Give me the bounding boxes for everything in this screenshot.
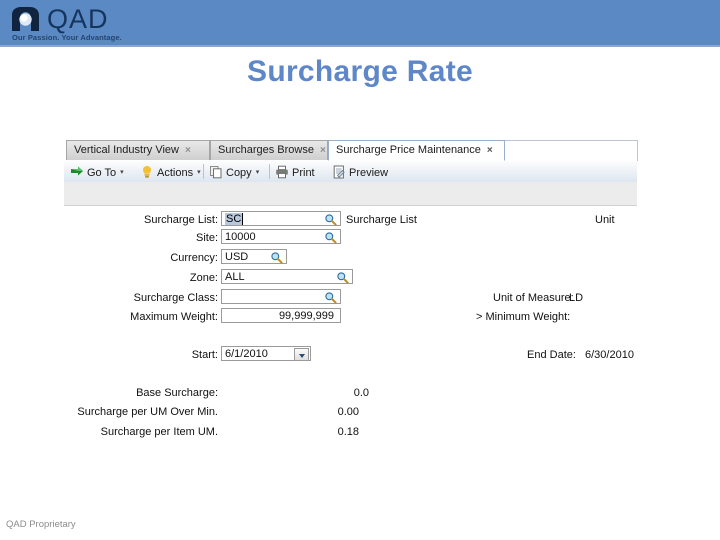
toolbar-label: Preview — [349, 167, 389, 179]
maximum-weight-label: Maximum Weight: — [130, 311, 218, 323]
start-date-value: 6/1/2010 — [225, 348, 268, 360]
unit-of-measure-value: LD — [569, 292, 584, 304]
toolbar-separator — [269, 164, 270, 179]
toolbar-label: Copy — [226, 167, 252, 179]
tab-strip: Vertical Industry View × Surcharges Brows… — [64, 139, 638, 162]
chevron-down-icon[interactable]: ▾ — [120, 169, 124, 176]
surcharge-class-input[interactable] — [221, 289, 341, 304]
slide-canvas: QAD Our Passion. Your Advantage. Surchar… — [0, 0, 720, 540]
zone-value: ALL — [225, 271, 245, 283]
qad-logo: QAD Our Passion. Your Advantage. — [11, 4, 201, 42]
maximum-weight-input[interactable]: 99,999,999 — [221, 308, 341, 323]
qad-logo-wordmark: QAD — [47, 4, 109, 34]
footer-text: QAD Proprietary — [6, 519, 76, 530]
copy-icon — [210, 166, 222, 179]
tab-vertical-industry-view[interactable]: Vertical Industry View × — [66, 140, 210, 160]
toolbar-underbar — [64, 182, 637, 206]
start-label: Start: — [191, 349, 218, 361]
preview-icon — [333, 165, 345, 179]
qad-logo-tagline: Our Passion. Your Advantage. — [12, 33, 122, 42]
toolbar-label: Print — [292, 167, 315, 179]
toolbar-label: Go To — [87, 167, 117, 179]
tab-surcharges-browse[interactable]: Surcharges Browse × — [210, 140, 328, 160]
surcharge-class-label: Surcharge Class: — [133, 292, 218, 304]
maximum-weight-value: 99,999,999 — [278, 310, 334, 322]
zone-input[interactable]: ALL — [221, 269, 353, 284]
base-surcharge-value: 0.0 — [353, 387, 369, 399]
tab-close-icon[interactable]: × — [185, 145, 191, 156]
goto-arrow-icon — [71, 166, 83, 176]
surcharge-list-input[interactable]: SC — [221, 211, 341, 226]
site-input[interactable]: 10000 — [221, 229, 341, 244]
surcharge-per-item-um-label: Surcharge per Item UM. — [100, 426, 218, 438]
site-label: Site: — [195, 232, 218, 244]
tab-label: Vertical Industry View — [74, 144, 179, 156]
lookup-magnifier-icon[interactable] — [324, 213, 337, 226]
start-date-input[interactable]: 6/1/2010 — [221, 346, 311, 361]
printer-icon — [276, 165, 288, 179]
surcharge-price-maintenance-form: Surcharge List: SC Surcharge List Unit S… — [64, 205, 637, 449]
currency-label: Currency: — [170, 252, 218, 264]
currency-value: USD — [225, 251, 249, 263]
chevron-down-icon[interactable]: ▾ — [197, 169, 201, 176]
tab-close-icon[interactable]: × — [320, 145, 326, 156]
minimum-weight-label: > Minimum Weight: — [476, 311, 571, 323]
start-date-dropdown-button[interactable] — [294, 348, 309, 361]
zone-label: Zone: — [189, 272, 218, 284]
tab-surcharge-price-maintenance[interactable]: Surcharge Price Maintenance × — [328, 140, 505, 161]
toolbar-label: Actions — [157, 167, 194, 179]
toolbar-separator — [203, 164, 204, 179]
tab-label: Surcharge Price Maintenance — [336, 144, 481, 156]
tab-label: Surcharges Browse — [218, 144, 314, 156]
surcharge-list-label: Surcharge List: — [144, 214, 218, 226]
tab-close-icon[interactable]: × — [487, 145, 493, 156]
toolbar: Go To ▾ Actions ▾ Copy ▾ Print Preview — [64, 161, 637, 183]
base-surcharge-label: Base Surcharge: — [136, 387, 218, 399]
lookup-magnifier-icon[interactable] — [336, 271, 349, 284]
surcharge-list-value: SC — [225, 213, 244, 225]
brand-header-band: QAD Our Passion. Your Advantage. — [0, 0, 720, 47]
unit-of-measure-label: Unit of Measure: — [493, 292, 574, 304]
tab-strip-filler — [505, 140, 638, 161]
toolbar-copy-button[interactable]: Copy ▾ — [209, 163, 259, 182]
surcharge-per-item-um-value: 0.18 — [337, 426, 359, 438]
toolbar-preview-button[interactable]: Preview — [332, 163, 388, 182]
site-value: 10000 — [225, 231, 256, 243]
lookup-magnifier-icon[interactable] — [270, 251, 283, 264]
surcharge-list-right-label: Surcharge List — [346, 214, 417, 226]
surcharge-per-um-over-min-label: Surcharge per UM Over Min. — [77, 406, 218, 418]
page-title: Surcharge Rate — [247, 55, 473, 88]
currency-input[interactable]: USD — [221, 249, 287, 264]
end-date-value: 6/30/2010 — [585, 349, 634, 361]
application-window: Vertical Industry View × Surcharges Brows… — [64, 139, 638, 449]
toolbar-actions-button[interactable]: Actions ▾ — [140, 163, 201, 182]
lightbulb-icon — [143, 166, 151, 178]
qad-logo-mark-icon — [12, 7, 39, 31]
lookup-magnifier-icon[interactable] — [324, 231, 337, 244]
chevron-down-icon[interactable]: ▾ — [256, 169, 260, 176]
toolbar-goto-button[interactable]: Go To ▾ — [70, 163, 124, 182]
end-date-label: End Date: — [527, 349, 576, 361]
unit-column-label: Unit — [595, 214, 615, 226]
surcharge-per-um-over-min-value: 0.00 — [337, 406, 359, 418]
toolbar-print-button[interactable]: Print — [275, 163, 315, 182]
lookup-magnifier-icon[interactable] — [324, 291, 337, 304]
